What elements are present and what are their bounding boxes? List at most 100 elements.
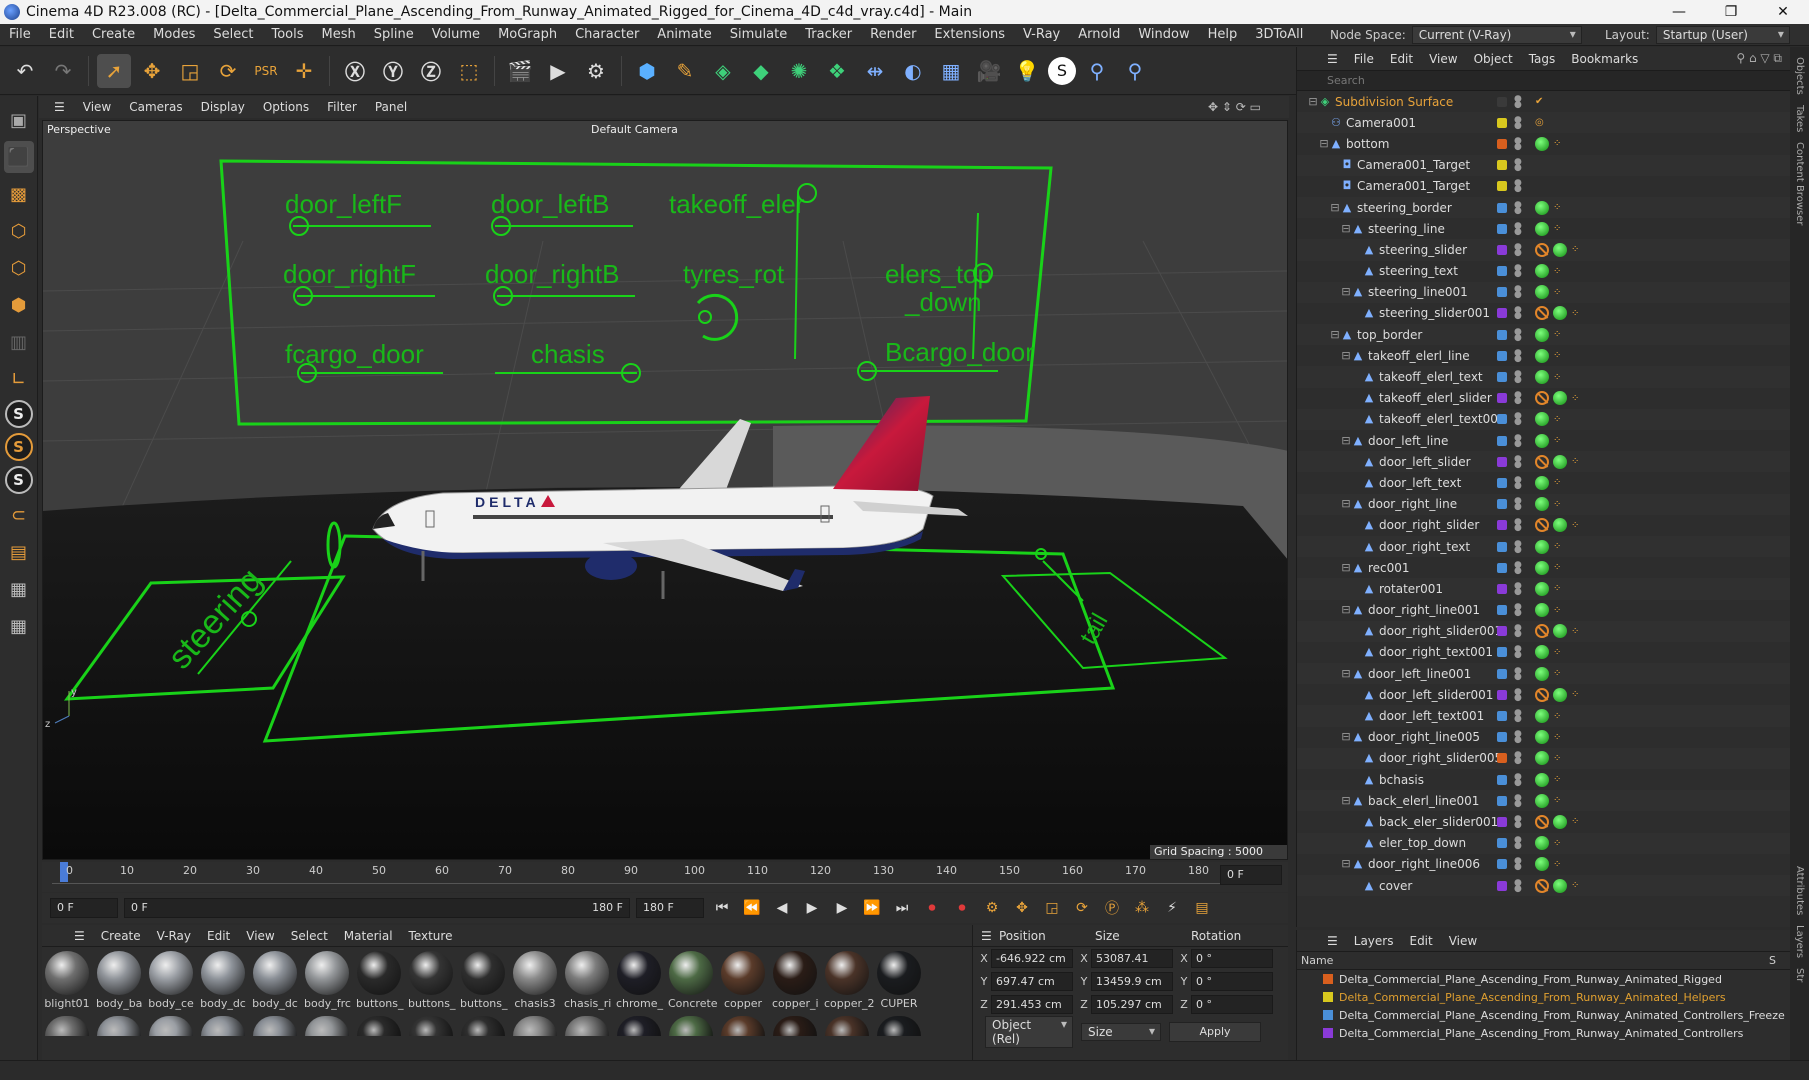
protection-tag-icon[interactable] [1535,454,1549,469]
expand-toggle-icon[interactable] [1351,265,1363,277]
object-tree-row[interactable]: ⊟ ▲ door_right_line006 ● ● ⁘ [1297,854,1790,875]
menu-extensions[interactable]: Extensions [925,24,1014,46]
xpresso-tag-icon[interactable] [1535,836,1549,851]
render-view-icon[interactable]: ▶ [541,54,575,88]
select-tool-icon[interactable]: ➚ [97,53,131,88]
protection-tag-icon[interactable] [1535,518,1549,533]
magnet-icon[interactable]: ⊂ [4,499,34,531]
x-axis-lock-icon[interactable]: Ⓧ [338,54,372,88]
visibility-dots-icon[interactable]: ● ● [1514,200,1522,215]
menu-file[interactable]: File [0,24,40,46]
xpresso-tag-icon[interactable] [1553,687,1567,702]
layer-color-swatch[interactable] [1497,96,1507,107]
xpresso-tag-icon[interactable] [1553,518,1567,533]
expand-toggle-icon[interactable] [1351,774,1363,786]
layer-color-swatch[interactable] [1497,181,1507,192]
object-menu-file[interactable]: File [1354,52,1374,66]
menu-animate[interactable]: Animate [648,24,720,46]
material-menu-view[interactable]: View [246,929,274,943]
object-tree-row[interactable]: ▲ rotater001 ● ● ⁘ [1297,578,1790,600]
visibility-dots-icon[interactable]: ● ● [1514,560,1522,575]
layer-color-swatch[interactable] [1497,774,1507,785]
object-menu-tags[interactable]: Tags [1529,52,1556,66]
extrude-icon[interactable]: ◆ [744,54,778,88]
maximize-button[interactable]: ❐ [1705,0,1757,24]
timeline-ruler[interactable]: 0 10 20 30 40 50 60 70 80 90 100 110 120… [42,862,1288,892]
object-tree-row[interactable]: ⚇ Camera001 ● ● ◎ [1297,112,1790,134]
object-menu-bookmarks[interactable]: Bookmarks [1571,52,1638,66]
object-tree-row[interactable]: ⊟ ◈ Subdivision Surface ● ● ✔ [1297,91,1790,112]
visibility-dots-icon[interactable]: ● ● [1514,814,1522,829]
perspective-viewport[interactable]: door_leftF door_leftB takeoff_eler door_… [42,120,1288,860]
xpresso-tag-icon[interactable] [1535,285,1549,300]
object-tree-row[interactable]: ⊟ ▲ steering_line ● ● ⁘ [1297,218,1790,239]
axis-mode-icon[interactable]: ∟ [4,363,34,395]
xpresso-tag-icon[interactable] [1535,327,1549,342]
material-swatch[interactable]: blight01 [44,951,90,1010]
xpresso-tag-icon[interactable] [1535,475,1549,490]
expand-toggle-icon[interactable] [1351,307,1363,319]
layer-color-swatch[interactable] [1497,562,1507,573]
camera-label[interactable]: Default Camera [591,123,678,136]
redo-icon[interactable]: ↷ [46,54,80,88]
visibility-dots-icon[interactable]: ● ● [1514,666,1522,681]
material-tag-icon[interactable]: ⁘ [1571,689,1579,700]
layer-color-swatch[interactable] [1497,541,1507,552]
layer-hamburger-icon[interactable]: ☰ [1327,934,1338,948]
tab-layers[interactable]: Layers [1794,925,1805,958]
keyframe-selection-icon[interactable]: ⚙ [980,896,1004,920]
expand-toggle-icon[interactable]: ⊟ [1340,604,1352,616]
material-swatch[interactable] [252,1016,298,1038]
create-axis-icon[interactable]: ✛ [287,54,321,88]
object-tree-row[interactable]: ⊟ ▲ door_left_line001 ● ● ⁘ [1297,663,1790,685]
expand-toggle-icon[interactable]: ⊟ [1340,434,1352,447]
xpresso-tag-icon[interactable] [1535,370,1549,385]
object-tree-row[interactable]: ◘ Camera001_Target ● ● [1297,154,1790,176]
material-swatch[interactable]: body_dc [252,951,298,1010]
size-field[interactable]: 13459.9 cm [1091,972,1173,991]
object-tree-row[interactable]: ▲ takeoff_elerl_slider ● ● ⁘ [1297,388,1790,409]
layer-color-swatch[interactable] [1497,435,1507,446]
visibility-dots-icon[interactable]: ● ● [1514,772,1522,787]
tab-structure[interactable]: Str [1794,968,1805,982]
xpresso-tag-icon[interactable] [1553,306,1567,321]
layer-color-swatch[interactable] [1497,816,1507,827]
xpresso-tag-icon[interactable] [1535,772,1549,787]
go-to-start-icon[interactable]: ⏮ [710,896,734,920]
expand-toggle-icon[interactable] [1351,880,1363,892]
object-tree-row[interactable]: ▲ door_right_slider001 ● ● ⁘ [1297,620,1790,642]
tab-content-browser[interactable]: Content Browser [1794,142,1805,225]
material-swatch[interactable] [148,1016,194,1038]
menu-help[interactable]: Help [1199,24,1247,46]
start-frame-field[interactable]: 0 F [50,898,118,918]
xpresso-tag-icon[interactable] [1535,666,1549,681]
layer-color-swatch[interactable] [1497,583,1507,594]
vray-logo-icon[interactable]: S [1048,56,1076,85]
material-swatch[interactable]: chasis_ri [564,951,611,1010]
field-icon[interactable]: ◐ [896,54,930,88]
layer-color-swatch[interactable] [1497,520,1507,531]
visibility-dots-icon[interactable]: ● ● [1514,115,1522,130]
visibility-dots-icon[interactable]: ● ● [1514,370,1522,385]
xpresso-tag-icon[interactable] [1535,221,1549,236]
material-tag-icon[interactable]: ⁘ [1571,244,1579,255]
material-tag-icon[interactable]: ⁘ [1553,753,1561,764]
layer-color-swatch[interactable] [1497,287,1507,298]
expand-toggle-icon[interactable] [1351,244,1363,256]
object-toolbar-icons[interactable]: ⚲ ⌂ ▽ ⧉ [1736,51,1782,66]
material-tag-icon[interactable]: ⁘ [1571,308,1579,319]
material-tag-icon[interactable]: ⁘ [1571,393,1579,404]
previous-frame-icon[interactable]: ◀ [770,896,794,920]
object-tree-row[interactable]: ⊟ ▲ bottom ● ● ⁘ [1297,133,1790,154]
expand-toggle-icon[interactable] [1351,752,1363,764]
material-swatch[interactable]: body_frc [304,951,351,1010]
object-tree-row[interactable]: ▲ eler_top_down ● ● ⁘ [1297,832,1790,854]
material-tag-icon[interactable]: ⁘ [1553,329,1561,340]
menu-mesh[interactable]: Mesh [313,24,365,46]
current-frame-field[interactable]: 0 F [1220,865,1282,885]
material-swatch[interactable] [200,1016,246,1038]
material-tag-icon[interactable]: ⁘ [1571,626,1579,637]
visibility-dots-icon[interactable]: ● ● [1514,391,1522,406]
layer-color-swatch[interactable] [1497,138,1507,149]
undo-icon[interactable]: ↶ [8,54,42,88]
